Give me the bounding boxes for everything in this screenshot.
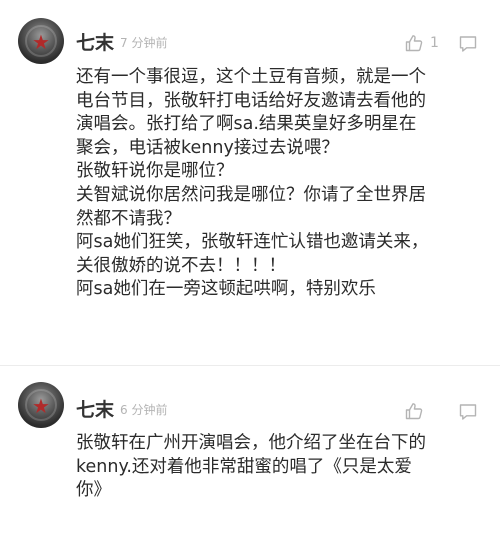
star-icon: ★ — [32, 394, 50, 418]
like-count: 1 — [430, 35, 439, 51]
thumbs-up-icon — [405, 35, 423, 52]
avatar[interactable]: ★ — [18, 18, 64, 64]
reply-button[interactable] — [458, 34, 478, 54]
comment-bubble-icon — [459, 36, 477, 52]
reply-button[interactable] — [458, 402, 478, 422]
comment-item: ★ 七末 6 分钟前 张敬轩在广州开演唱会，他介绍了坐在台下的 kenny.还对… — [0, 366, 500, 540]
timestamp: 6 分钟前 — [120, 403, 168, 417]
username[interactable]: 七末 — [76, 32, 114, 54]
star-icon: ★ — [32, 30, 50, 54]
comment-bubble-icon — [459, 404, 477, 420]
comment-text: 还有一个事很逗，这个土豆有音频，就是一个 电台节目，张敬轩打电话给好友邀请去看他… — [76, 67, 429, 300]
comment-text: 张敬轩在广州开演唱会，他介绍了坐在台下的 kenny.还对着他非常甜蜜的唱了《只… — [76, 433, 426, 501]
thumbs-up-icon — [405, 403, 423, 420]
comment-item: ★ 七末 7 分钟前 1 还有一个事很逗，这个土豆有音频，就是一个 电台节目，张… — [0, 0, 500, 366]
like-button[interactable] — [404, 400, 430, 422]
username[interactable]: 七末 — [76, 399, 114, 421]
avatar[interactable]: ★ — [18, 382, 64, 428]
timestamp: 7 分钟前 — [120, 36, 168, 50]
like-button[interactable]: 1 — [404, 32, 439, 54]
